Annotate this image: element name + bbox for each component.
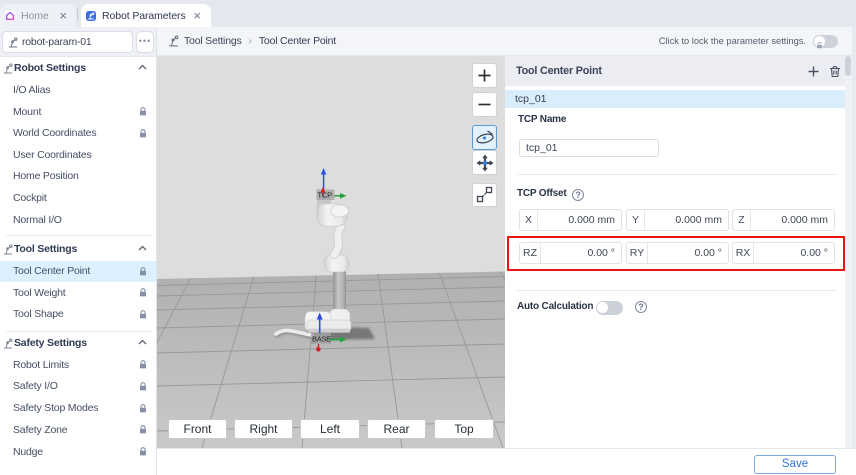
svg-text:BASE: BASE — [312, 335, 331, 344]
svg-text:TCP: TCP — [318, 191, 333, 200]
